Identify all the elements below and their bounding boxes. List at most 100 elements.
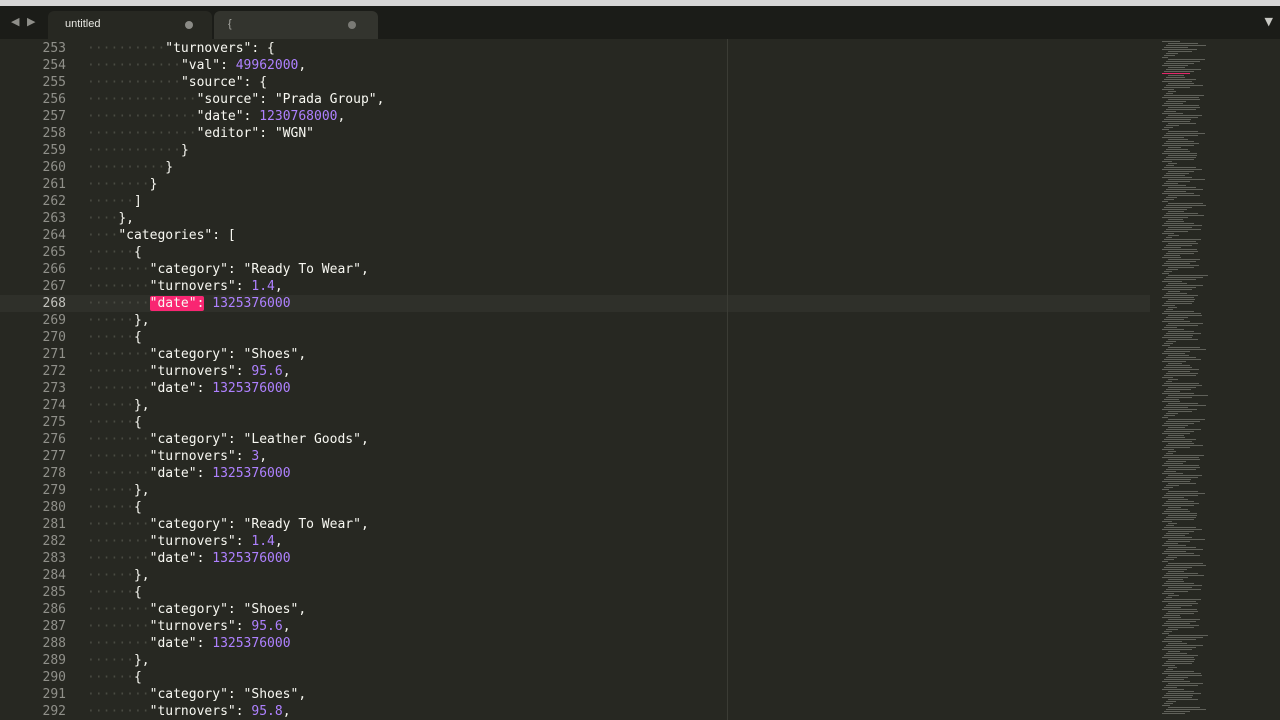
code-line[interactable]: 266 ········"category": "Ready To Wear", [0,261,1150,278]
minimap-line [1168,611,1198,612]
minimap-line [1164,335,1194,336]
minimap-line [1162,57,1169,58]
minimap-line [1164,135,1199,136]
code-line[interactable]: 261 ········} [0,176,1150,193]
minimap-line [1164,87,1190,88]
code-line[interactable]: 290 ······{ [0,669,1150,686]
minimap-line [1164,295,1199,296]
indent-guide: ·· [133,109,150,124]
minimap-line [1164,343,1174,344]
code-line[interactable]: 263 ····}, [0,210,1150,227]
minimap-line [1166,413,1178,414]
line-number: 290 [42,670,66,685]
code-line[interactable]: 273 ········"date": 1325376000 [0,380,1150,397]
indent-guide: ·· [87,364,103,379]
minimap-line [1168,555,1200,556]
code-line[interactable]: 278 ········"date": 1325376000 [0,465,1150,482]
code-line[interactable]: 258 ··············"editor": "WGN" [0,125,1150,142]
code-line[interactable]: 259 ············} [0,142,1150,159]
arrow-left-icon[interactable]: ◀ [11,15,19,29]
code-line[interactable]: 256 ··············"source": "Prada Group"… [0,91,1150,108]
minimap-line [1166,453,1173,454]
tab-untitled[interactable]: untitled [48,11,212,39]
code-line[interactable]: 254 ············"val": 49962000, [0,57,1150,74]
code-line[interactable]: 275 ······{ [0,414,1150,431]
code-line[interactable]: 281 ········"category": "Ready To Wear", [0,516,1150,533]
code-token: , [282,364,291,379]
minimap-line [1162,713,1186,714]
indent-guide: ·· [118,398,134,413]
minimap-line [1168,291,1180,292]
minimap-line [1168,315,1203,316]
code-line[interactable]: 289 ······}, [0,652,1150,669]
minimap-line [1164,303,1192,304]
tab-label: { [228,18,232,30]
code-line[interactable]: 255 ············"source": { [0,74,1150,91]
code-line[interactable]: 270 ······{ [0,329,1150,346]
code-line[interactable]: 284 ······}, [0,567,1150,584]
indent-guide: ·· [87,449,103,464]
code-line[interactable]: 272 ········"turnovers": 95.6, [0,363,1150,380]
code-line[interactable]: 285 ······{ [0,584,1150,601]
minimap-line [1162,601,1196,602]
code-view[interactable]: 253 ··········"turnovers": {254 ··········… [0,39,1150,720]
code-line[interactable]: 291 ········"category": "Shoes", [0,686,1150,703]
minimap-line [1164,55,1175,56]
code-line[interactable]: 265 ······{ [0,244,1150,261]
minimap-line [1166,253,1194,254]
indent-guide: ·· [87,296,103,311]
line-number: 267 [42,279,66,294]
code-text: ······}, [87,567,150,584]
minimap-line [1164,591,1188,592]
indent-guide: ·· [102,245,119,260]
minimap-line [1162,473,1183,474]
minimap-line [1168,699,1198,700]
code-token: , [259,449,268,464]
indent-guide: ·· [133,262,150,277]
unsaved-dot-icon[interactable] [348,21,356,29]
indent-guide: ·· [102,58,119,73]
code-line[interactable]: 271 ········"category": "Shoes", [0,346,1150,363]
code-line[interactable]: 286 ········"category": "Shoes", [0,601,1150,618]
minimap-line [1162,369,1200,370]
code-line[interactable]: 280 ······{ [0,499,1150,516]
code-line[interactable]: 262 ······] [0,193,1150,210]
line-number: 254 [42,58,66,73]
code-line[interactable]: 287 ········"turnovers": 95.6, [0,618,1150,635]
line-number: 292 [42,704,66,719]
code-line[interactable]: 283 ········"date": 1325376000 [0,550,1150,567]
minimap-line [1164,559,1174,560]
arrow-right-icon[interactable]: ▶ [27,15,35,29]
code-line[interactable]: 288 ········"date": 1325376000 [0,635,1150,652]
minimap-line [1168,579,1183,580]
indent-guide: ·· [102,313,119,328]
code-line[interactable]: 292 ········"turnovers": 95.8, [0,703,1150,720]
code-token: { [133,330,142,345]
minimap[interactable] [1158,39,1270,720]
minimap-line [1162,73,1190,74]
minimap-line [1164,631,1172,632]
code-line[interactable]: 276 ········"category": "Leather Goods", [0,431,1150,448]
code-line[interactable]: 277 ········"turnovers": 3, [0,448,1150,465]
unsaved-dot-icon[interactable] [185,21,193,29]
code-line[interactable]: 257 ··············"date": 1230768000, [0,108,1150,125]
code-line[interactable]: 269 ······}, [0,312,1150,329]
code-line[interactable]: 268 ········"date": 1325376000 [0,295,1150,312]
code-token: "source": { [180,75,268,90]
indent-guide: ·· [87,704,103,719]
code-line[interactable]: 264 ····"categories": [ [0,227,1150,244]
code-line[interactable]: 253 ··········"turnovers": { [0,40,1150,57]
indent-guide: ·· [87,245,103,260]
code-line[interactable]: 279 ······}, [0,482,1150,499]
code-line[interactable]: 274 ······}, [0,397,1150,414]
code-line[interactable]: 267 ········"turnovers": 1.4, [0,278,1150,295]
tab-brace[interactable]: { [214,11,378,39]
minimap-line [1162,41,1180,42]
indent-guide: ·· [149,75,166,90]
code-token: "turnovers": [149,364,252,379]
editor-area[interactable]: 253 ··········"turnovers": {254 ··········… [0,39,1280,720]
code-line[interactable]: 260 ··········} [0,159,1150,176]
tab-menu-chevron-down-icon[interactable]: ▼ [1265,16,1273,28]
indent-guide: ·· [133,143,150,158]
code-line[interactable]: 282 ········"turnovers": 1.4, [0,533,1150,550]
